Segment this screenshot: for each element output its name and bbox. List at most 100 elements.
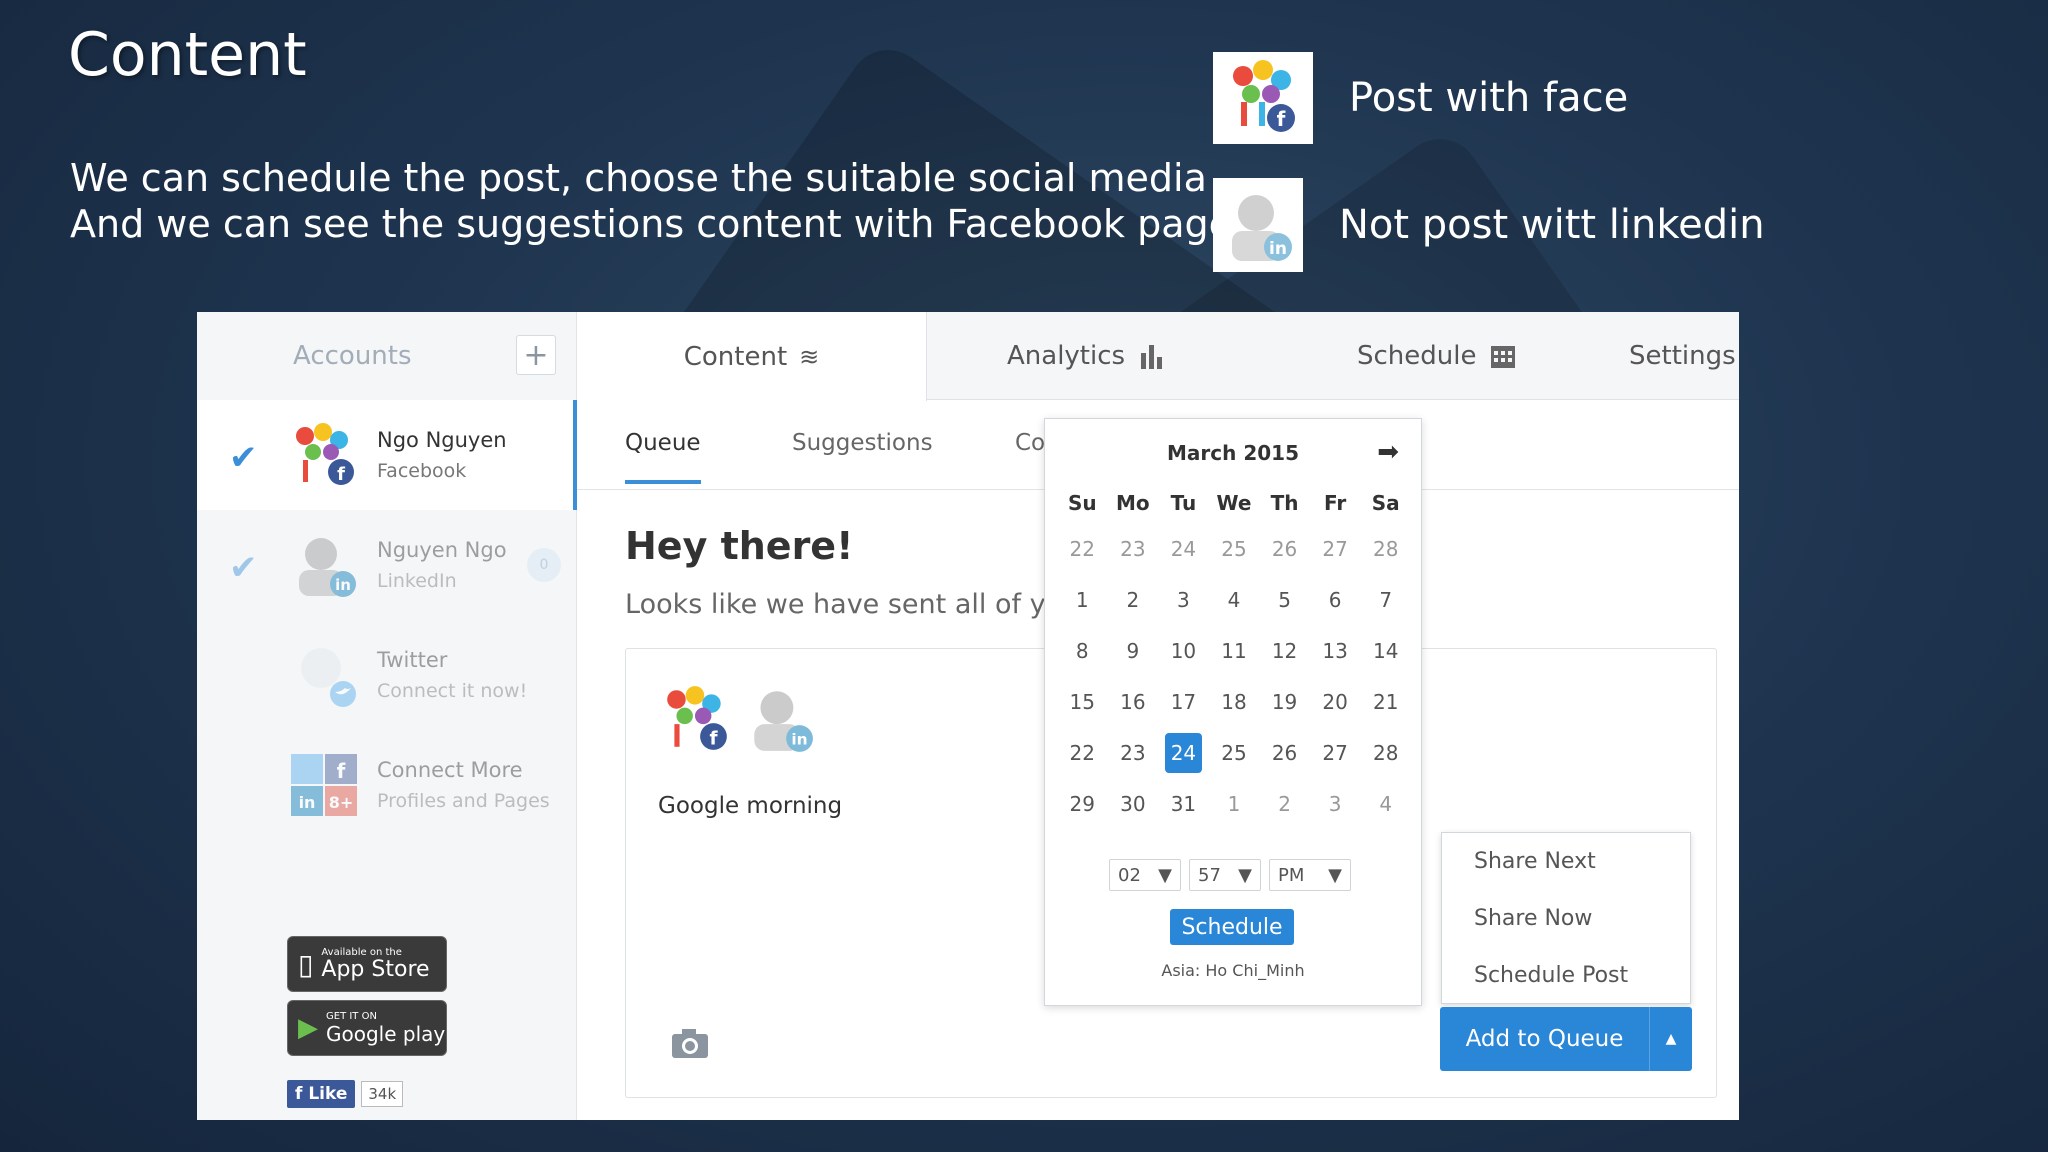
subtab-queue[interactable]: Queue [625, 430, 701, 484]
tab-schedule[interactable]: Schedule [1357, 312, 1516, 400]
minute-value: 57 [1198, 864, 1221, 886]
calendar-day[interactable]: 19 [1259, 676, 1310, 727]
calendar-day[interactable]: 23 [1108, 727, 1159, 778]
calendar-day[interactable]: 25 [1209, 523, 1260, 574]
caret-up-icon[interactable]: ▲ [1650, 1031, 1692, 1047]
check-icon[interactable]: ✔ [229, 438, 258, 478]
calendar-day[interactable]: 27 [1310, 523, 1361, 574]
accounts-label: Accounts [293, 341, 412, 371]
facebook-like-widget[interactable]: f Like 34k [287, 1080, 404, 1108]
calendar-day[interactable]: 28 [1360, 523, 1411, 574]
calendar-day-label: 4 [1227, 587, 1241, 612]
calendar-day[interactable]: 21 [1360, 676, 1411, 727]
calendar-day[interactable]: 7 [1360, 574, 1411, 625]
calendar-day[interactable]: 8 [1057, 625, 1108, 676]
caret-down-icon: ▼ [1328, 864, 1342, 886]
menu-schedule-post[interactable]: Schedule Post [1442, 947, 1690, 1004]
hour-select[interactable]: 02 ▼ [1109, 859, 1181, 891]
calendar-day[interactable]: 13 [1310, 625, 1361, 676]
account-name: Connect More [377, 758, 523, 782]
connect-more[interactable]: f in 8+ Connect More Profiles and Pages [197, 730, 577, 840]
calendar-day[interactable]: 22 [1057, 523, 1108, 574]
calendar-day[interactable]: 4 [1209, 574, 1260, 625]
calendar-day[interactable]: 4 [1360, 778, 1411, 829]
minute-select[interactable]: 57 ▼ [1189, 859, 1261, 891]
calendar-day[interactable]: 5 [1259, 574, 1310, 625]
calendar-day-label: 16 [1120, 689, 1146, 714]
linkedin-profile-toggle[interactable]: in [744, 685, 816, 753]
post-text[interactable]: Google morning [658, 793, 842, 819]
calendar-day[interactable]: 1 [1057, 574, 1108, 625]
store-name: Google play [326, 1021, 446, 1046]
bar-chart-icon [1141, 345, 1163, 369]
calendar-day[interactable]: 25 [1209, 727, 1260, 778]
calendar-day[interactable]: 2 [1259, 778, 1310, 829]
calendar-day[interactable]: 20 [1310, 676, 1361, 727]
calendar-day[interactable]: 3 [1310, 778, 1361, 829]
subtab-suggestions[interactable]: Suggestions [792, 430, 933, 480]
hour-value: 02 [1118, 864, 1141, 886]
calendar-day-label: 24 [1164, 732, 1203, 773]
calendar-day[interactable]: 26 [1259, 523, 1310, 574]
calendar-day[interactable]: 24 [1158, 523, 1209, 574]
phone-icon: ▯ [298, 947, 314, 981]
tab-settings[interactable]: Settings [1629, 312, 1736, 400]
account-linkedin[interactable]: ✔ in Nguyen Ngo LinkedIn 0 [197, 510, 577, 620]
calendar-day[interactable]: 28 [1360, 727, 1411, 778]
calendar-day-label: 20 [1322, 689, 1348, 714]
calendar-day[interactable]: 30 [1108, 778, 1159, 829]
facebook-profile-toggle[interactable]: f [660, 685, 732, 753]
menu-share-next[interactable]: Share Next [1442, 833, 1690, 890]
calendar-day-selected[interactable]: 24 [1158, 727, 1209, 778]
tab-content[interactable]: Content ≋ [577, 312, 927, 401]
calendar-day-label: 12 [1271, 638, 1298, 663]
calendar-day-label: 14 [1372, 638, 1399, 663]
calendar-day[interactable]: 6 [1310, 574, 1361, 625]
calendar-day-label: 18 [1221, 689, 1247, 714]
calendar-day[interactable]: 22 [1057, 727, 1108, 778]
calendar-day-label: 28 [1372, 740, 1399, 765]
calendar-day[interactable]: 1 [1209, 778, 1260, 829]
account-name: Twitter [377, 648, 448, 672]
google-play-button[interactable]: ▶ GET IT ON Google play [287, 1000, 447, 1056]
calendar-day[interactable]: 18 [1209, 676, 1260, 727]
calendar-day[interactable]: 3 [1158, 574, 1209, 625]
arrow-right-icon[interactable]: ➡ [1377, 437, 1399, 467]
calendar-day[interactable]: 16 [1108, 676, 1159, 727]
menu-share-now[interactable]: Share Now [1442, 890, 1690, 947]
day-of-week-header: Sa [1371, 491, 1400, 515]
calendar-day[interactable]: 15 [1057, 676, 1108, 727]
add-to-queue-button[interactable]: Add to Queue [1440, 1007, 1650, 1071]
schedule-button[interactable]: Schedule [1170, 909, 1294, 945]
check-icon[interactable]: ✔ [229, 548, 258, 588]
calendar-day[interactable]: 14 [1360, 625, 1411, 676]
account-twitter[interactable]: Twitter Connect it now! [197, 620, 577, 730]
account-facebook[interactable]: ✔ f Ngo Nguyen Facebook [197, 400, 577, 510]
calendar-day[interactable]: 27 [1310, 727, 1361, 778]
calendar-day[interactable]: 31 [1158, 778, 1209, 829]
ampm-select[interactable]: PM ▼ [1269, 859, 1351, 891]
calendar-day[interactable]: 29 [1057, 778, 1108, 829]
top-navigation: Content ≋ Analytics Schedule Settings [577, 312, 1739, 401]
calendar-day[interactable]: 12 [1259, 625, 1310, 676]
calendar-day[interactable]: 23 [1108, 523, 1159, 574]
calendar-day[interactable]: 26 [1259, 727, 1310, 778]
linkedin-avatar-thumb: in [1213, 178, 1303, 272]
tab-analytics[interactable]: Analytics [1007, 312, 1165, 400]
calendar-day[interactable]: 11 [1209, 625, 1260, 676]
calendar-day-label: 4 [1379, 791, 1393, 816]
calendar-day[interactable]: 10 [1158, 625, 1209, 676]
calendar-day-label: 13 [1322, 638, 1348, 663]
like-button[interactable]: f Like [287, 1080, 356, 1108]
calendar-day[interactable]: 2 [1108, 574, 1159, 625]
calendar-day[interactable]: 17 [1158, 676, 1209, 727]
schedule-datepicker: March 2015 ➡ Su Mo Tu We Th Fr Sa 22 23 24 25 26 27 2… [1044, 418, 1422, 1006]
ampm-value: PM [1278, 864, 1305, 886]
calendar-day[interactable]: 9 [1108, 625, 1159, 676]
camera-icon[interactable] [670, 1027, 710, 1059]
facebook-icon: f [295, 1084, 309, 1104]
app-store-button[interactable]: ▯ Available on the App Store [287, 936, 447, 992]
subtab-third[interactable]: Co [1015, 430, 1045, 480]
add-account-button[interactable]: + [516, 335, 556, 375]
play-icon: ▶ [298, 1013, 318, 1043]
